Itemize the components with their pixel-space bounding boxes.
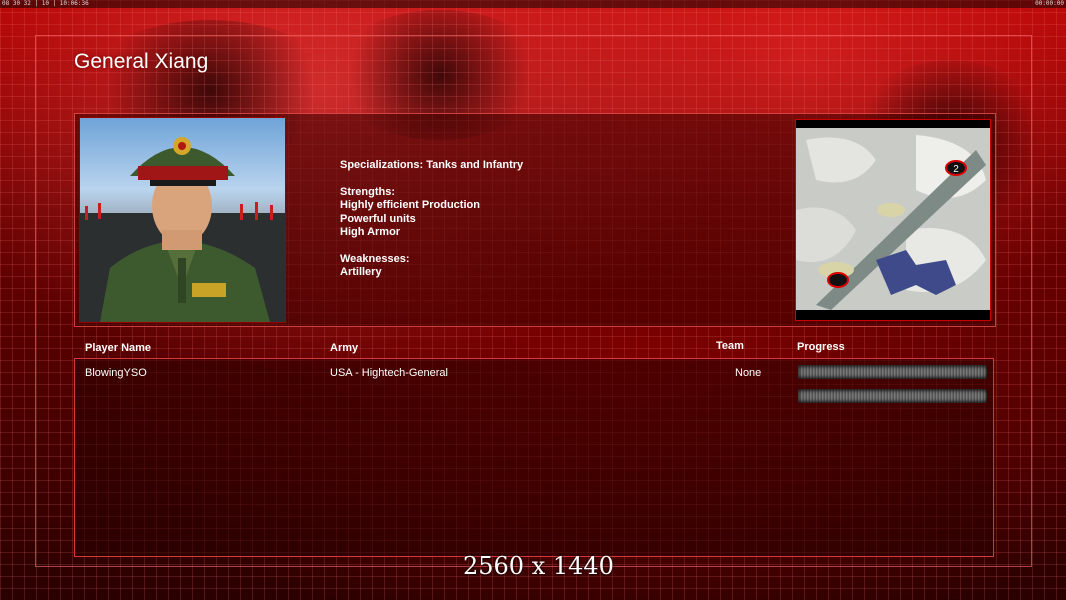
status-bar: 08 30 32 | 10 | 10:06:36 00:00:00 (0, 0, 1066, 8)
general-description: Specializations: Tanks and Infantry Stre… (340, 159, 523, 280)
weakness-item: Artillery (340, 266, 382, 279)
strength-item: Highly efficient Production (340, 199, 480, 212)
weaknesses-header: Weaknesses: (340, 252, 410, 265)
map-preview: 2 (795, 119, 991, 321)
loading-progress-bar (798, 389, 987, 403)
start-position-2-label: 2 (953, 164, 959, 175)
army-cell: USA - Hightech-General (330, 367, 448, 379)
column-header-army: Army (330, 342, 359, 354)
specializations-text: Specializations: Tanks and Infantry (340, 159, 524, 171)
player-name-cell (85, 391, 145, 403)
strength-item: High Armor (340, 226, 401, 239)
status-left: 08 30 32 | 10 | 10:06:36 (2, 0, 89, 7)
loading-progress-bar (798, 365, 987, 379)
strength-item: Powerful units (340, 212, 416, 225)
column-header-player-name: Player Name (85, 342, 152, 354)
strengths-header: Strengths: (340, 185, 395, 198)
army-cell (330, 391, 460, 403)
player-list-panel (74, 358, 994, 557)
team-cell: None (735, 367, 762, 379)
player-name-cell: BlowingYSO (85, 367, 147, 379)
column-header-team: Team (716, 340, 744, 352)
status-right: 00:00:00 (1035, 0, 1064, 7)
column-header-progress: Progress (797, 341, 845, 353)
resolution-label: 2560 x 1440 (463, 552, 614, 580)
general-title: General Xiang (74, 50, 209, 73)
general-portrait (79, 117, 286, 323)
